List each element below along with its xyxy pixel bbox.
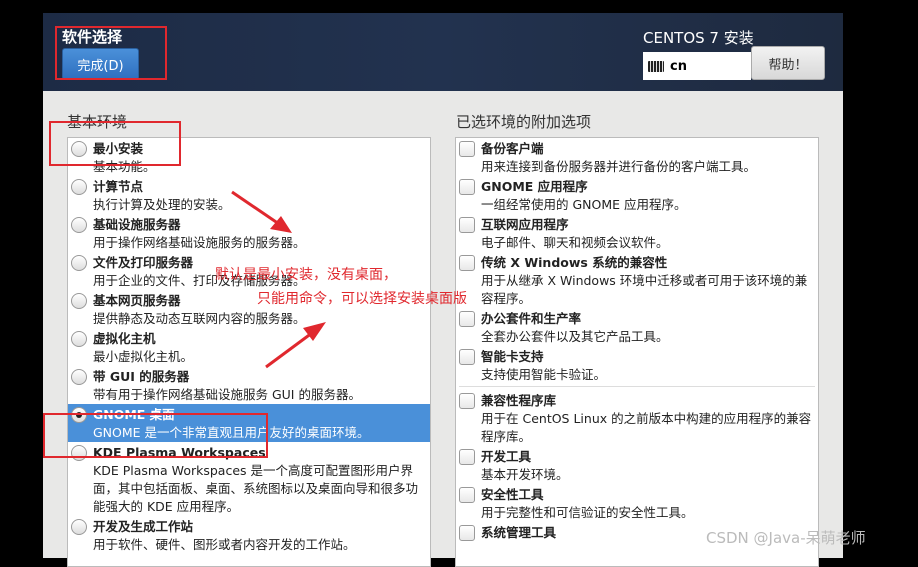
addon-name: GNOME 应用程序 (481, 179, 588, 194)
addon-option[interactable]: 兼容性程序库用于在 CentOS Linux 的之前版本中构建的应用程序的兼容程… (456, 390, 818, 446)
addon-name: 备份客户端 (481, 141, 544, 156)
software-selection-panel: 软件选择 完成(D) CENTOS 7 安装 cn 帮助！ 基本环境 已选环境的… (43, 13, 843, 567)
addon-description: 用于从继承 X Windows 环境中迁移或者可用于该环境的兼容程序。 (481, 273, 808, 306)
option-description: 提供静态及动态互联网内容的服务器。 (93, 311, 306, 326)
environment-option[interactable]: 计算节点执行计算及处理的安装。 (68, 176, 430, 214)
environment-option[interactable]: 基础设施服务器用于操作网络基础设施服务的服务器。 (68, 214, 430, 252)
option-name: 基础设施服务器 (93, 217, 181, 232)
addon-description: 用来连接到备份服务器并进行备份的客户端工具。 (481, 159, 757, 174)
radio-button[interactable] (71, 255, 87, 271)
checkbox[interactable] (459, 255, 475, 271)
option-name: 虚拟化主机 (93, 331, 156, 346)
checkbox[interactable] (459, 487, 475, 503)
checkbox[interactable] (459, 217, 475, 233)
addon-name: 办公套件和生产率 (481, 311, 582, 326)
option-name: 开发及生成工作站 (93, 519, 194, 534)
watermark: CSDN @Java-呆萌老师 (706, 529, 866, 547)
annotation-box-gnome (43, 413, 268, 458)
environment-option[interactable]: 带 GUI 的服务器带有用于操作网络基础设施服务 GUI 的服务器。 (68, 366, 430, 404)
environment-option[interactable]: 虚拟化主机最小虚拟化主机。 (68, 328, 430, 366)
option-description: 执行计算及处理的安装。 (93, 197, 231, 212)
addon-option[interactable]: 智能卡支持支持使用智能卡验证。 (456, 346, 818, 384)
divider (459, 386, 815, 387)
addon-option[interactable]: GNOME 应用程序一组经常使用的 GNOME 应用程序。 (456, 176, 818, 214)
addon-name: 安全性工具 (481, 487, 544, 502)
help-button[interactable]: 帮助！ (751, 46, 825, 80)
radio-button[interactable] (71, 217, 87, 233)
checkbox[interactable] (459, 141, 475, 157)
addon-description: 基本开发环境。 (481, 467, 569, 482)
annotation-text-1: 默认是最小安装，没有桌面， (215, 267, 397, 283)
addon-name: 互联网应用程序 (481, 217, 569, 232)
addon-description: 支持使用智能卡验证。 (481, 367, 607, 382)
option-name: 计算节点 (93, 179, 144, 194)
checkbox[interactable] (459, 449, 475, 465)
option-description: 带有用于操作网络基础设施服务 GUI 的服务器。 (93, 387, 361, 402)
radio-button[interactable] (71, 519, 87, 535)
addon-description: 电子邮件、聊天和视频会议软件。 (481, 235, 669, 250)
radio-button[interactable] (71, 331, 87, 347)
addon-option[interactable]: 办公套件和生产率全套办公套件以及其它产品工具。 (456, 308, 818, 346)
addon-description: 一组经常使用的 GNOME 应用程序。 (481, 197, 687, 212)
addon-name: 开发工具 (481, 449, 532, 464)
checkbox[interactable] (459, 311, 475, 327)
option-description: KDE Plasma Workspaces 是一个高度可配置图形用户界面，其中包… (93, 463, 419, 514)
addon-description: 用于完整性和可信验证的安全性工具。 (481, 505, 694, 520)
addon-name: 传统 X Windows 系统的兼容性 (481, 255, 668, 270)
radio-button[interactable] (71, 369, 87, 385)
addon-option[interactable]: 互联网应用程序电子邮件、聊天和视频会议软件。 (456, 214, 818, 252)
base-environment-list: 最小安装 基本功能。 计算节点 执行计算及处理的安装。 基础设施服务器 用于操作网络基础设… (67, 137, 431, 567)
annotation-box-title (55, 26, 167, 80)
product-title: CENTOS 7 安装 (643, 29, 754, 47)
radio-button[interactable] (71, 293, 87, 309)
option-description: 最小虚拟化主机。 (93, 349, 194, 364)
keyboard-layout: cn (670, 58, 687, 74)
checkbox[interactable] (459, 349, 475, 365)
addon-description: 用于在 CentOS Linux 的之前版本中构建的应用程序的兼容程序库。 (481, 411, 812, 444)
annotation-box-minimal (49, 121, 181, 166)
addon-option[interactable]: 传统 X Windows 系统的兼容性用于从继承 X Windows 环境中迁移… (456, 252, 818, 308)
keyboard-icon (648, 60, 664, 72)
option-name: 带 GUI 的服务器 (93, 369, 190, 384)
addon-name: 兼容性程序库 (481, 393, 557, 408)
addon-name: 智能卡支持 (481, 349, 544, 364)
addon-description: 全套办公套件以及其它产品工具。 (481, 329, 669, 344)
keyboard-layout-indicator[interactable]: cn (643, 52, 751, 80)
addon-option[interactable]: 开发工具基本开发环境。 (456, 446, 818, 484)
checkbox[interactable] (459, 179, 475, 195)
radio-button[interactable] (71, 179, 87, 195)
checkbox[interactable] (459, 393, 475, 409)
addon-option[interactable]: 备份客户端用来连接到备份服务器并进行备份的客户端工具。 (456, 138, 818, 176)
environment-option[interactable]: 开发及生成工作站用于软件、硬件、图形或者内容开发的工作站。 (68, 516, 430, 554)
annotation-text-2: 只能用命令，可以选择安装桌面版 (257, 291, 467, 307)
checkbox[interactable] (459, 525, 475, 541)
addons-heading: 已选环境的附加选项 (456, 113, 592, 131)
option-description: 用于软件、硬件、图形或者内容开发的工作站。 (93, 537, 356, 552)
addons-list: 备份客户端 用来连接到备份服务器并进行备份的客户端工具。 GNOME 应用程序 一组经… (455, 137, 819, 567)
option-description: 用于操作网络基础设施服务的服务器。 (93, 235, 306, 250)
addon-option[interactable]: 安全性工具用于完整性和可信验证的安全性工具。 (456, 484, 818, 522)
